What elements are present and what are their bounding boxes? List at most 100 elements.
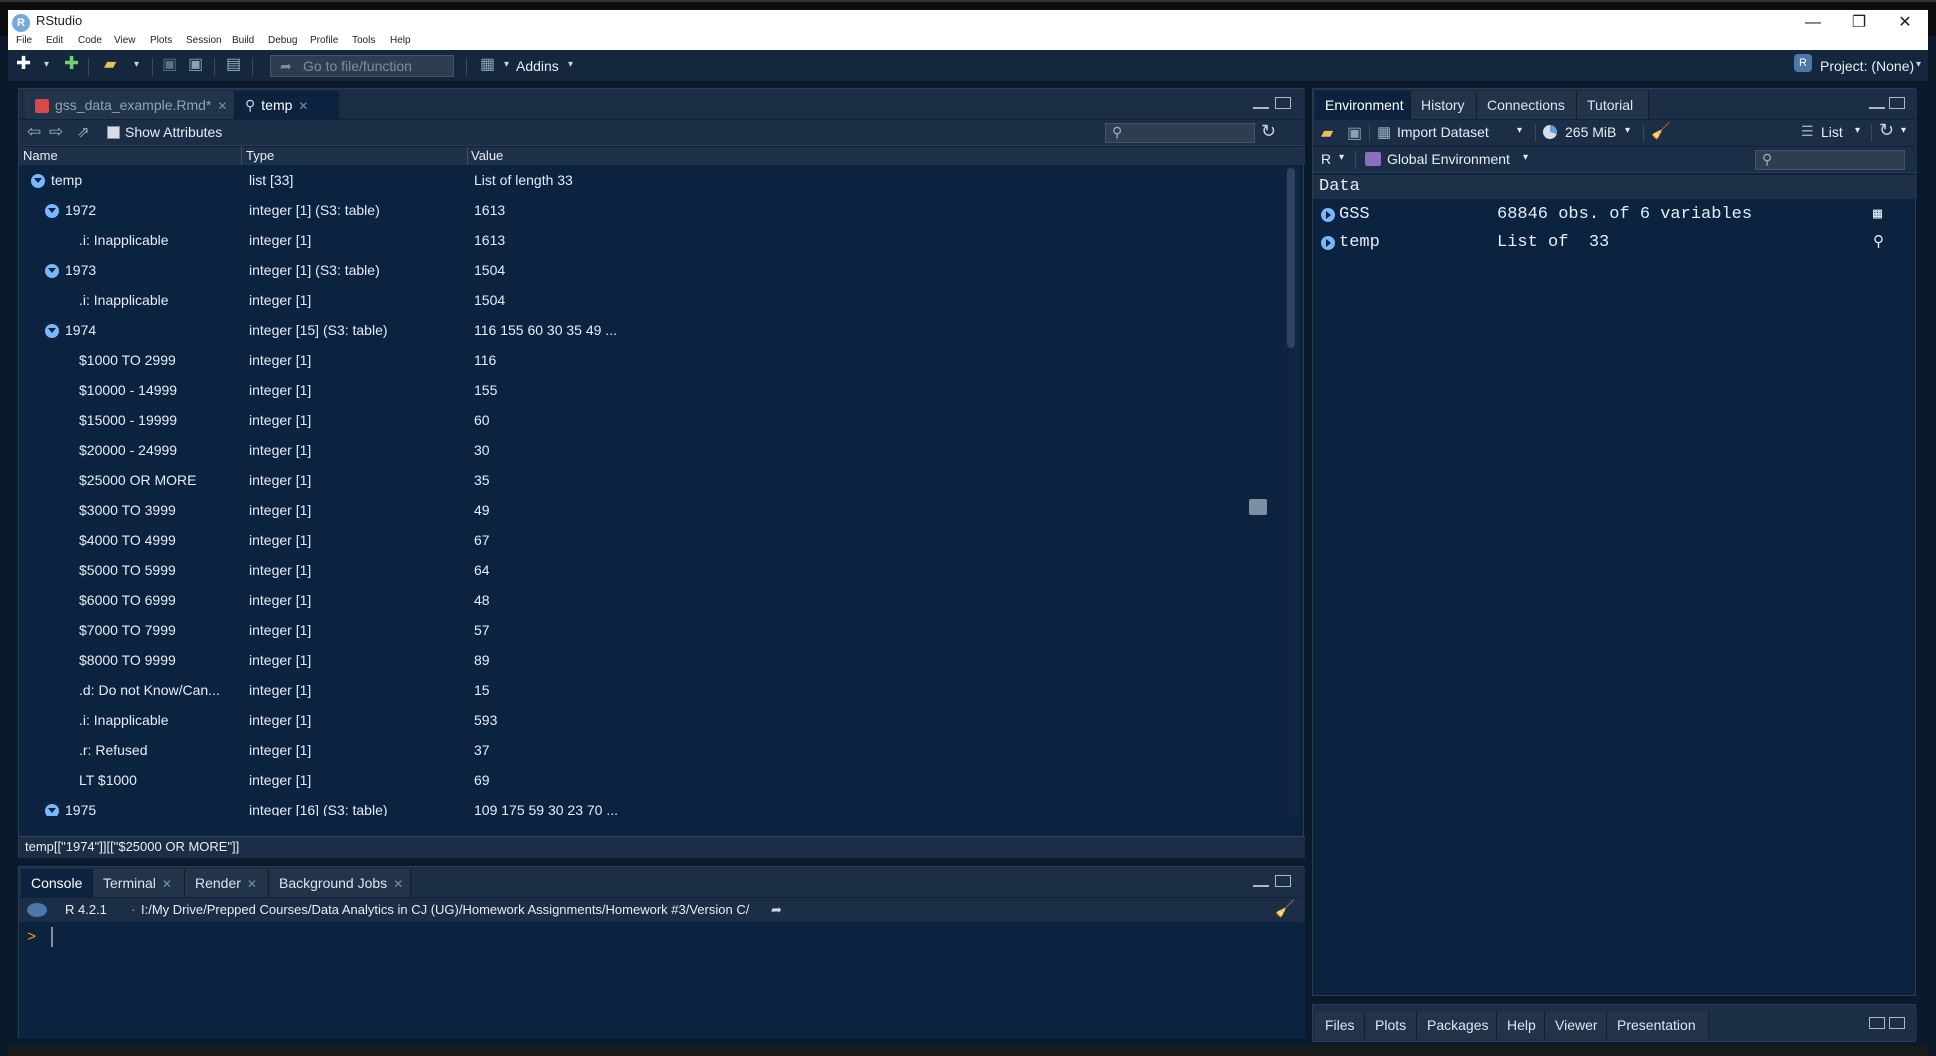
new-project-icon[interactable]: ✚: [64, 53, 79, 73]
addins-dropdown-icon[interactable]: ▾: [568, 59, 573, 79]
expand-toggle-icon[interactable]: [1321, 208, 1335, 222]
column-value-header[interactable]: Value: [471, 148, 503, 163]
close-tab-icon[interactable]: ✕: [247, 877, 257, 891]
console-input-area[interactable]: >: [19, 923, 1305, 1039]
restore-pane-icon[interactable]: [1869, 1017, 1885, 1029]
vertical-scrollbar[interactable]: [1283, 166, 1299, 816]
forward-arrow-icon[interactable]: ⇨: [49, 122, 63, 142]
import-dataset-button[interactable]: Import Dataset: [1397, 124, 1489, 140]
table-row[interactable]: 1973 integer [1] (S3: table) 1504: [19, 256, 1281, 286]
save-workspace-icon[interactable]: ▣: [1347, 123, 1362, 143]
menu-file[interactable]: File: [16, 35, 32, 46]
goto-directory-icon[interactable]: ➦: [771, 898, 782, 922]
tab-tutorial[interactable]: Tutorial: [1577, 91, 1649, 119]
table-row[interactable]: 1974 integer [15] (S3: table) 116 155 60 3…: [19, 316, 1281, 346]
new-file-icon[interactable]: ✚: [16, 53, 31, 73]
table-row[interactable]: .r: Refused integer [1] 37: [19, 736, 1281, 766]
close-tab-icon[interactable]: ✕: [217, 99, 227, 113]
tab-packages[interactable]: Packages: [1417, 1011, 1497, 1039]
memory-usage-button[interactable]: 265 MiB: [1565, 124, 1616, 140]
env-search-input[interactable]: ⚲: [1755, 150, 1905, 170]
table-row[interactable]: $15000 - 19999 integer [1] 60: [19, 406, 1281, 436]
language-dropdown-icon[interactable]: ▾: [1339, 152, 1344, 163]
menu-session[interactable]: Session: [186, 35, 222, 46]
view-mode-select[interactable]: List: [1821, 124, 1843, 140]
maximize-pane-icon[interactable]: [1275, 875, 1291, 887]
add-to-console-icon[interactable]: [1249, 499, 1267, 515]
show-attributes-checkbox[interactable]: [107, 126, 120, 139]
layout-dropdown-icon[interactable]: ▾: [504, 59, 509, 79]
expand-toggle-icon[interactable]: [45, 804, 59, 816]
save-icon[interactable]: ▣: [162, 54, 177, 74]
table-row[interactable]: 1972 integer [1] (S3: table) 1613: [19, 196, 1281, 226]
show-in-new-window-icon[interactable]: ⇗: [77, 123, 90, 141]
menu-edit[interactable]: Edit: [46, 35, 63, 46]
env-item[interactable]: temp List of 33 ⚲: [1313, 229, 1917, 257]
table-row[interactable]: .i: Inapplicable integer [1] 1613: [19, 226, 1281, 256]
env-item[interactable]: GSS 68846 obs. of 6 variables ▦: [1313, 201, 1917, 229]
tab-files[interactable]: Files: [1315, 1011, 1365, 1039]
expand-toggle-icon[interactable]: [45, 204, 59, 218]
expand-toggle-icon[interactable]: [1321, 236, 1335, 250]
open-file-icon[interactable]: ▰: [104, 54, 116, 74]
print-icon[interactable]: ▤: [226, 54, 241, 74]
table-row[interactable]: .d: Do not Know/Can... integer [1] 15: [19, 676, 1281, 706]
clear-console-icon[interactable]: 🧹: [1275, 898, 1295, 922]
expand-toggle-icon[interactable]: [31, 174, 45, 188]
new-file-dropdown-icon[interactable]: ▾: [44, 59, 49, 79]
tab-connections[interactable]: Connections: [1477, 91, 1577, 119]
save-all-icon[interactable]: ▣: [188, 54, 203, 74]
column-type-header[interactable]: Type: [246, 148, 274, 163]
scope-dropdown-icon[interactable]: ▾: [1523, 152, 1528, 163]
tab-presentation[interactable]: Presentation: [1607, 1011, 1709, 1039]
goto-file-input[interactable]: Go to file/function: [270, 55, 454, 77]
tab-render[interactable]: Render ✕: [185, 869, 269, 897]
table-row[interactable]: .i: Inapplicable integer [1] 593: [19, 706, 1281, 736]
tab-gss-data-rmd[interactable]: gss_data_example.Rmd* ✕: [25, 91, 235, 119]
menu-tools[interactable]: Tools: [352, 35, 375, 46]
menu-view[interactable]: View: [114, 35, 136, 46]
menu-build[interactable]: Build: [232, 35, 254, 46]
tab-console[interactable]: Console: [21, 869, 93, 897]
maximize-pane-icon[interactable]: [1275, 97, 1291, 109]
search-icon[interactable]: ⚲: [1873, 232, 1884, 251]
working-directory[interactable]: I:/My Drive/Prepped Courses/Data Analyti…: [129, 898, 749, 922]
viewer-search-input[interactable]: ⚲: [1105, 123, 1255, 143]
view-mode-dropdown-icon[interactable]: ▾: [1855, 125, 1860, 136]
close-tab-icon[interactable]: ✕: [393, 877, 403, 891]
expand-toggle-icon[interactable]: [45, 324, 59, 338]
addins-menu[interactable]: Addins: [516, 58, 559, 78]
table-row[interactable]: $1000 TO 2999 integer [1] 116: [19, 346, 1281, 376]
tab-terminal[interactable]: Terminal ✕: [93, 869, 185, 897]
table-row[interactable]: $7000 TO 7999 integer [1] 57: [19, 616, 1281, 646]
expand-toggle-icon[interactable]: [45, 264, 59, 278]
project-dropdown-icon[interactable]: ▾: [1916, 59, 1921, 79]
minimize-pane-icon[interactable]: [1253, 103, 1269, 109]
tab-temp[interactable]: ⚲ temp ✕: [235, 91, 339, 119]
table-row[interactable]: $4000 TO 4999 integer [1] 67: [19, 526, 1281, 556]
table-row[interactable]: $10000 - 14999 integer [1] 155: [19, 376, 1281, 406]
tab-plots[interactable]: Plots: [1365, 1011, 1417, 1039]
grid-view-icon[interactable]: ▦: [1873, 204, 1882, 223]
menu-profile[interactable]: Profile: [310, 35, 338, 46]
tab-history[interactable]: History: [1411, 91, 1477, 119]
import-dropdown-icon[interactable]: ▾: [1517, 125, 1522, 136]
table-row[interactable]: LT $1000 integer [1] 69: [19, 766, 1281, 796]
table-row[interactable]: $8000 TO 9999 integer [1] 89: [19, 646, 1281, 676]
restore-pane-icon[interactable]: [1889, 97, 1905, 109]
menu-debug[interactable]: Debug: [268, 35, 297, 46]
table-row[interactable]: $3000 TO 3999 integer [1] 49: [19, 496, 1281, 526]
back-arrow-icon[interactable]: ⇦: [27, 122, 41, 142]
close-button[interactable]: ✕: [1882, 10, 1928, 36]
table-row[interactable]: $5000 TO 5999 integer [1] 64: [19, 556, 1281, 586]
refresh-dropdown-icon[interactable]: ▾: [1901, 125, 1906, 136]
menu-code[interactable]: Code: [78, 35, 102, 46]
clear-workspace-broom-icon[interactable]: 🧹: [1651, 121, 1671, 141]
table-row[interactable]: 1975 integer [16] (S3: table) 109 175 59 3…: [19, 796, 1281, 816]
close-tab-icon[interactable]: ✕: [298, 99, 308, 113]
tab-help[interactable]: Help: [1497, 1011, 1545, 1039]
refresh-icon[interactable]: ↻: [1261, 121, 1276, 142]
menu-help[interactable]: Help: [390, 35, 411, 46]
grid-layout-icon[interactable]: ▦: [480, 54, 495, 74]
tab-viewer[interactable]: Viewer: [1545, 1011, 1607, 1039]
